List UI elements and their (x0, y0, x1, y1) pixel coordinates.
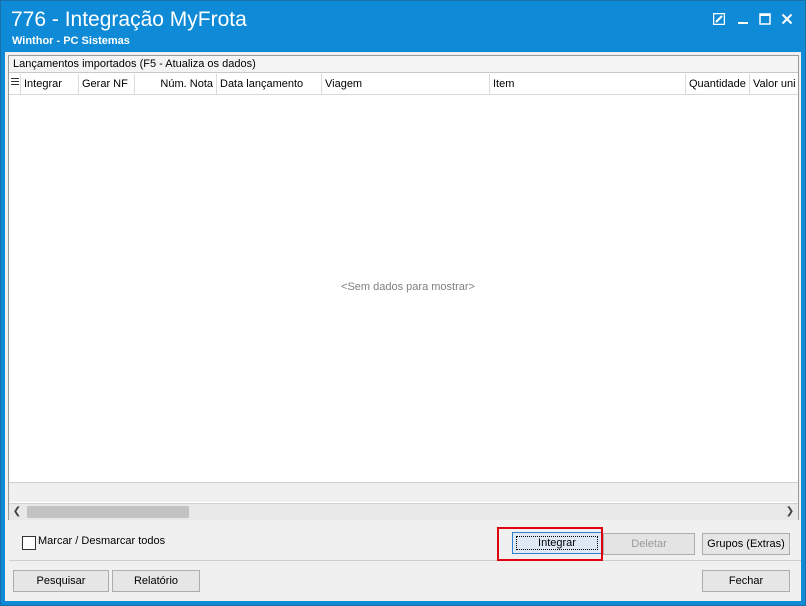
column-quantidade[interactable]: Quantidade (686, 74, 750, 94)
scroll-left-icon[interactable]: ❮ (9, 504, 25, 520)
grupos-extras-button[interactable]: Grupos (Extras) (702, 533, 790, 555)
scroll-right-icon[interactable]: ❯ (782, 504, 798, 520)
separator (9, 560, 801, 561)
fechar-button[interactable]: Fechar (702, 570, 790, 592)
column-integrar[interactable]: Integrar (21, 74, 79, 94)
panel-caption: Lançamentos importados (F5 - Atualiza os… (9, 56, 798, 73)
column-chooser-icon[interactable] (9, 74, 21, 94)
integrar-highlight-box (497, 527, 603, 561)
column-item[interactable]: Item (490, 74, 686, 94)
title-bar[interactable]: 776 - Integração MyFrota Winthor - PC Si… (1, 1, 805, 51)
window-title: 776 - Integração MyFrota (11, 8, 247, 31)
select-all-label[interactable]: Marcar / Desmarcar todos (38, 535, 165, 547)
column-valor-unitario[interactable]: Valor uni (750, 74, 798, 94)
column-num-nota[interactable]: Núm. Nota (135, 74, 217, 94)
empty-grid-message: <Sem dados para mostrar> (341, 281, 475, 293)
scroll-thumb[interactable] (27, 506, 189, 518)
maximize-icon[interactable] (756, 10, 774, 28)
column-data-lancamento[interactable]: Data lançamento (217, 74, 322, 94)
horizontal-scrollbar[interactable]: ❮ ❯ (9, 503, 798, 520)
grid-header: Integrar Gerar NF Núm. Nota Data lançame… (9, 74, 798, 95)
restore-icon[interactable] (710, 10, 728, 28)
window-subtitle: Winthor - PC Sistemas (12, 35, 130, 47)
app-window: 776 - Integração MyFrota Winthor - PC Si… (0, 0, 806, 606)
close-icon[interactable] (778, 10, 796, 28)
minimize-icon[interactable] (734, 10, 752, 28)
column-viagem[interactable]: Viagem (322, 74, 490, 94)
deletar-button[interactable]: Deletar (603, 533, 695, 555)
grid-footer (9, 482, 798, 502)
select-all-checkbox[interactable] (22, 536, 36, 550)
client-area: Lançamentos importados (F5 - Atualiza os… (5, 52, 801, 601)
pesquisar-button[interactable]: Pesquisar (13, 570, 109, 592)
imported-entries-panel: Lançamentos importados (F5 - Atualiza os… (8, 55, 799, 520)
relatorio-button[interactable]: Relatório (112, 570, 200, 592)
column-gerar-nf[interactable]: Gerar NF (79, 74, 135, 94)
